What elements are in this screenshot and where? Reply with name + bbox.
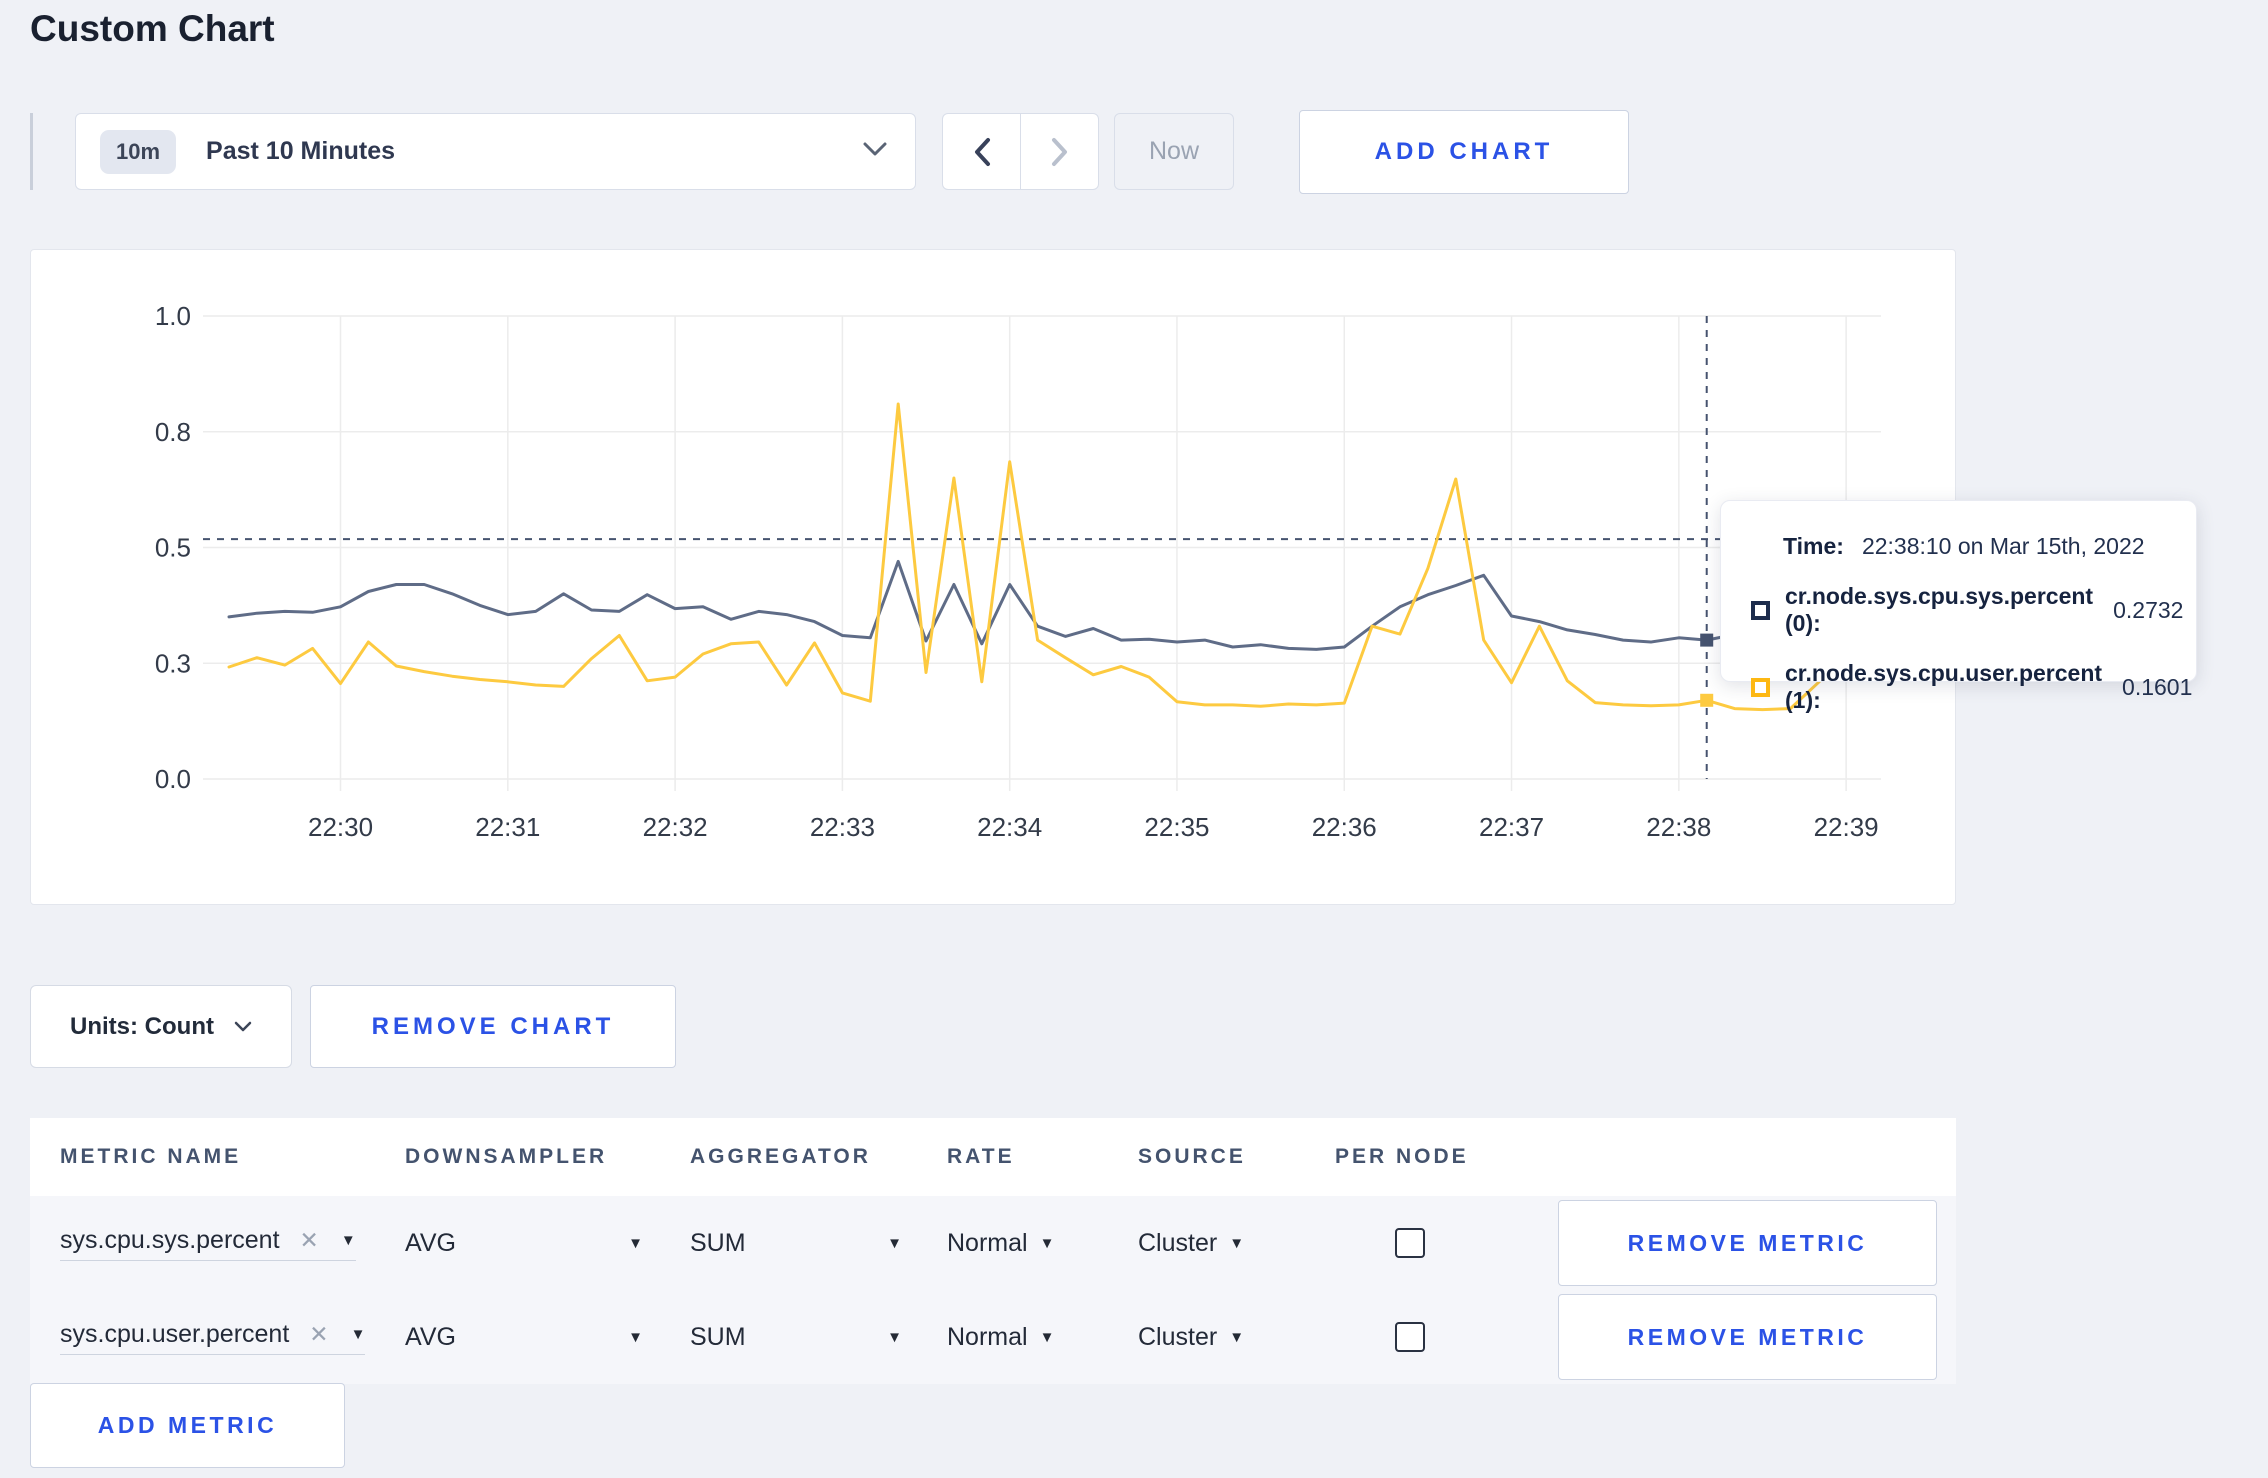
- tooltip-time-label: Time:: [1783, 533, 1844, 559]
- units-select[interactable]: Units: Count: [30, 985, 292, 1068]
- aggregator-select[interactable]: SUM ▼: [690, 1323, 902, 1352]
- metric-name-value: sys.cpu.user.percent: [60, 1319, 290, 1348]
- series-line-0: [227, 559, 1876, 651]
- caret-down-icon: ▼: [628, 1234, 643, 1252]
- remove-chart-button[interactable]: REMOVE CHART: [310, 985, 676, 1068]
- col-header-rate: RATE: [947, 1145, 1015, 1168]
- downsampler-select[interactable]: AVG ▼: [405, 1323, 643, 1352]
- series-swatch-sys: [1751, 600, 1770, 620]
- tooltip-time-value: 22:38:10 on Mar 15th, 2022: [1861, 533, 2145, 559]
- timeseries-chart[interactable]: 0.0 0.3 0.5 0.8 1.0 22:30 22:31 22:32 22:33 22:34…: [31, 250, 1957, 906]
- page-title: Custom Chart: [30, 8, 275, 49]
- y-axis-tick-label: 0.3: [155, 648, 191, 678]
- aggregator-select[interactable]: SUM ▼: [690, 1229, 902, 1258]
- toolbar-left-divider: [30, 113, 33, 190]
- x-axis-tick-label: 22:30: [308, 812, 373, 842]
- col-header-metric-name: METRIC NAME: [60, 1145, 242, 1168]
- series-swatch-user: [1751, 677, 1770, 697]
- tooltip-series-label: cr.node.sys.cpu.sys.percent (0):: [1785, 583, 2094, 636]
- add-metric-button[interactable]: ADD METRIC: [30, 1383, 345, 1468]
- caret-down-icon: ▼: [1039, 1328, 1055, 1346]
- y-axis-tick-label: 0.5: [155, 533, 191, 563]
- x-axis-tick-label: 22:36: [1312, 812, 1377, 842]
- metric-name-select[interactable]: sys.cpu.user.percent ✕ ▼: [60, 1319, 366, 1355]
- chevron-down-icon: [234, 1021, 252, 1032]
- hover-point-1: [1700, 693, 1714, 707]
- caret-down-icon: ▼: [350, 1325, 366, 1343]
- x-axis-tick-label: 22:38: [1646, 812, 1711, 842]
- source-select[interactable]: Cluster ▼: [1138, 1323, 1335, 1352]
- remove-metric-button[interactable]: REMOVE METRIC: [1558, 1294, 1937, 1380]
- x-axis-tick-label: 22:31: [475, 812, 540, 842]
- caret-down-icon: ▼: [1229, 1328, 1245, 1346]
- rate-value: Normal: [947, 1322, 1028, 1351]
- x-axis-tick-label: 22:34: [977, 812, 1042, 842]
- chevron-down-icon: [863, 142, 887, 161]
- chart-hover-tooltip: Time: 22:38:10 on Mar 15th, 2022 cr.node…: [1720, 500, 2197, 713]
- col-header-downsampler: DOWNSAMPLER: [405, 1145, 608, 1168]
- x-axis-tick-label: 22:33: [810, 812, 875, 842]
- rate-value: Normal: [947, 1228, 1028, 1257]
- downsampler-select[interactable]: AVG ▼: [405, 1229, 643, 1258]
- metric-name-select[interactable]: sys.cpu.sys.percent ✕ ▼: [60, 1226, 356, 1261]
- caret-down-icon: ▼: [1229, 1234, 1245, 1252]
- tooltip-series-label: cr.node.sys.cpu.user.percent (1):: [1785, 660, 2103, 713]
- add-chart-button[interactable]: ADD CHART: [1299, 110, 1629, 194]
- aggregator-value: SUM: [690, 1228, 746, 1257]
- per-node-checkbox[interactable]: [1395, 1322, 1425, 1352]
- y-axis-tick-label: 0.0: [155, 764, 191, 794]
- metric-name-value: sys.cpu.sys.percent: [60, 1225, 280, 1254]
- time-range-label: Past 10 Minutes: [206, 137, 395, 165]
- x-axis-tick-label: 22:37: [1479, 812, 1544, 842]
- rate-select[interactable]: Normal ▼: [947, 1229, 1138, 1258]
- time-range-select[interactable]: 10m Past 10 Minutes: [75, 113, 916, 190]
- remove-metric-button[interactable]: REMOVE METRIC: [1558, 1200, 1937, 1286]
- source-value: Cluster: [1138, 1322, 1218, 1351]
- time-step-arrows: [942, 113, 1099, 190]
- tooltip-series-value: 0.2732: [2113, 596, 2184, 623]
- units-label: Units: Count: [70, 1012, 214, 1040]
- caret-down-icon: ▼: [1039, 1234, 1055, 1252]
- caret-down-icon: ▼: [340, 1231, 356, 1249]
- source-select[interactable]: Cluster ▼: [1138, 1229, 1335, 1258]
- downsampler-value: AVG: [405, 1228, 456, 1257]
- per-node-checkbox[interactable]: [1395, 1228, 1425, 1258]
- x-axis-tick-label: 22:32: [643, 812, 708, 842]
- downsampler-value: AVG: [405, 1322, 456, 1351]
- tooltip-series-value: 0.1601: [2122, 673, 2193, 700]
- x-axis-tick-label: 22:39: [1814, 812, 1879, 842]
- previous-timespan-button[interactable]: [943, 114, 1021, 189]
- caret-down-icon: ▼: [628, 1328, 643, 1346]
- time-range-badge: 10m: [100, 129, 177, 174]
- aggregator-value: SUM: [690, 1322, 746, 1351]
- metrics-table-header: METRIC NAME DOWNSAMPLER AGGREGATOR RATE …: [30, 1118, 1956, 1196]
- source-value: Cluster: [1138, 1228, 1218, 1257]
- y-axis-tick-label: 1.0: [155, 301, 191, 331]
- caret-down-icon: ▼: [887, 1234, 902, 1252]
- metric-row: sys.cpu.sys.percent ✕ ▼ AVG ▼ SUM ▼ Norm…: [30, 1196, 1956, 1290]
- metrics-table: METRIC NAME DOWNSAMPLER AGGREGATOR RATE …: [30, 1118, 1956, 1384]
- col-header-aggregator: AGGREGATOR: [690, 1145, 871, 1168]
- caret-down-icon: ▼: [887, 1328, 902, 1346]
- clear-metric-icon[interactable]: ✕: [300, 1227, 319, 1254]
- metric-row: sys.cpu.user.percent ✕ ▼ AVG ▼ SUM ▼ Nor…: [30, 1290, 1956, 1384]
- now-button[interactable]: Now: [1114, 113, 1234, 190]
- clear-metric-icon[interactable]: ✕: [309, 1321, 328, 1348]
- col-header-source: SOURCE: [1138, 1145, 1246, 1168]
- next-timespan-button[interactable]: [1021, 114, 1098, 189]
- hover-point-0: [1700, 633, 1714, 647]
- y-axis-tick-label: 0.8: [155, 417, 191, 447]
- rate-select[interactable]: Normal ▼: [947, 1323, 1138, 1352]
- x-axis-tick-label: 22:35: [1144, 812, 1209, 842]
- col-header-per-node: PER NODE: [1335, 1145, 1469, 1168]
- timeseries-chart-card: 0.0 0.3 0.5 0.8 1.0 22:30 22:31 22:32 22:33 22:34…: [30, 249, 1956, 905]
